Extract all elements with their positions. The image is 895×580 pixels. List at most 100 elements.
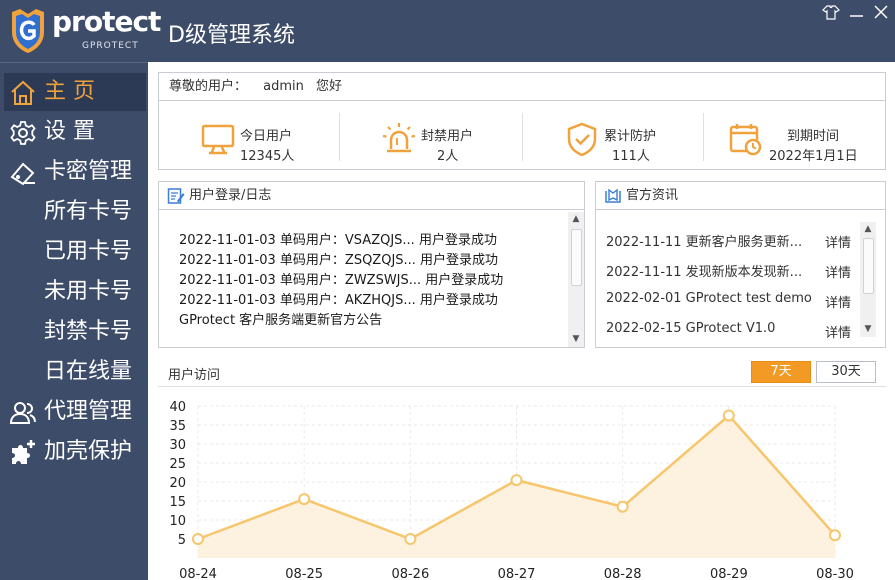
stat-total-protected: 累计防护 111人 xyxy=(564,116,694,176)
scroll-down-icon[interactable]: ▼ xyxy=(860,322,876,336)
data-point xyxy=(722,409,735,422)
y-tick-label: 5 xyxy=(178,533,186,548)
sidebar: 主 页 设 置 卡密管理 所有卡号 已用卡号 未用卡号 封禁卡号 日在线量 代理… xyxy=(0,62,148,580)
range-7-days-button[interactable]: 7天 xyxy=(751,361,811,383)
calendar-clock-icon xyxy=(729,124,762,156)
sidebar-item-banned-cards[interactable]: 封禁卡号 xyxy=(4,313,146,351)
sidebar-item-label: 卡密管理 xyxy=(44,159,133,184)
username: admin xyxy=(263,79,304,94)
sidebar-item-label: 主 页 xyxy=(44,79,95,104)
y-tick-label: 25 xyxy=(169,457,186,472)
news-detail-link[interactable]: 详情 xyxy=(825,232,851,251)
divider xyxy=(522,113,523,161)
sidebar-item-label: 未用卡号 xyxy=(44,279,133,304)
divider xyxy=(339,113,340,161)
agents-icon xyxy=(9,402,36,424)
sidebar-item-daily-online[interactable]: 日在线量 xyxy=(4,353,146,391)
official-news-panel: 官方资讯 2022-11-11 更新客户服务更新... 详情 2022-11-1… xyxy=(595,181,886,348)
log-line: 2022-11-01-03 单码用户：ZWZSWJS... 用户登录成功 xyxy=(179,273,504,288)
news-item[interactable]: 2022-11-11 更新客户服务更新... xyxy=(606,231,802,250)
monitor-icon xyxy=(201,124,235,155)
sidebar-item-label: 日在线量 xyxy=(44,359,133,384)
sidebar-item-label: 设 置 xyxy=(44,119,95,144)
x-tick-label: 08-24 xyxy=(179,567,217,580)
sidebar-item-used-cards[interactable]: 已用卡号 xyxy=(4,233,146,271)
sidebar-item-all-cards[interactable]: 所有卡号 xyxy=(4,193,146,231)
news-detail-link[interactable]: 详情 xyxy=(825,322,851,341)
visits-chart: 5 10 15 20 25 30 35 40 08-24 08-25 08-26 08-27 08-28… xyxy=(169,400,854,580)
sidebar-item-unused-cards[interactable]: 未用卡号 xyxy=(4,273,146,311)
stat-today-users: 今日用户 12345人 xyxy=(200,116,330,176)
sidebar-item-label: 加壳保护 xyxy=(44,439,133,464)
panel-header: 官方资讯 xyxy=(596,182,885,210)
stat-banned-users: 封禁用户 2人 xyxy=(381,116,511,176)
greeting-bar: 尊敬的用户： admin 您好 xyxy=(159,73,885,101)
data-point xyxy=(616,500,629,513)
shield-check-icon xyxy=(567,122,597,157)
data-point xyxy=(829,529,841,542)
sidebar-item-settings[interactable]: 设 置 xyxy=(4,113,146,151)
scroll-down-icon[interactable]: ▼ xyxy=(568,332,584,346)
close-icon[interactable] xyxy=(872,4,890,20)
alarm-light-icon xyxy=(382,123,416,153)
y-tick-label: 40 xyxy=(169,400,186,415)
x-tick-label: 08-27 xyxy=(498,567,536,580)
minimize-icon[interactable] xyxy=(848,4,866,20)
news-detail-link[interactable]: 详情 xyxy=(825,262,851,281)
log-scrollbar[interactable]: ▲ ▼ xyxy=(568,212,584,347)
app-logo: protect GPROTECT xyxy=(8,5,161,56)
news-detail-link[interactable]: 详情 xyxy=(825,292,851,311)
divider xyxy=(158,386,886,387)
title-bar: protect GPROTECT D级管理系统 xyxy=(0,0,895,62)
y-tick-label: 35 xyxy=(169,419,186,434)
data-point xyxy=(404,533,417,545)
stat-value: 111人 xyxy=(612,149,650,164)
news-item[interactable]: 2022-02-15 GProtect V1.0 xyxy=(606,321,775,336)
sidebar-item-label: 代理管理 xyxy=(44,399,133,424)
news-item[interactable]: 2022-11-11 发现新版本发现新... xyxy=(606,261,802,280)
y-tick-label: 15 xyxy=(169,495,186,510)
sidebar-item-home[interactable]: 主 页 xyxy=(4,73,146,111)
main-content: 尊敬的用户： admin 您好 今日用户 12345人 封禁用户 2人 累计防护… xyxy=(148,62,895,580)
y-tick-label: 30 xyxy=(169,438,186,453)
logo-subtitle: GPROTECT xyxy=(82,41,139,51)
news-scrollbar[interactable]: ▲ ▼ xyxy=(860,222,876,337)
x-tick-label: 08-28 xyxy=(604,567,642,580)
skin-icon[interactable] xyxy=(822,4,840,20)
log-line: 2022-11-01-03 单码用户：VSAZQJS... 用户登录成功 xyxy=(179,233,497,248)
sidebar-item-agents[interactable]: 代理管理 xyxy=(4,393,146,431)
notepad-pencil-icon xyxy=(167,188,185,204)
news-item[interactable]: 2022-02-01 GProtect test demo xyxy=(606,291,812,306)
divider xyxy=(703,113,704,161)
log-line: 2022-11-01-03 单码用户：ZSQZQJS... 用户登录成功 xyxy=(179,253,499,268)
panel-title: 用户登录/日志 xyxy=(189,188,272,203)
panel-title: 官方资讯 xyxy=(626,188,679,203)
panel-header: 用户登录/日志 xyxy=(159,182,584,210)
stat-value: 2022年1月1日 xyxy=(769,149,858,164)
scroll-up-icon[interactable]: ▲ xyxy=(860,222,876,236)
stat-label: 累计防护 xyxy=(604,129,657,144)
logo-wordmark: protect xyxy=(52,5,161,38)
stat-value: 2人 xyxy=(437,149,459,164)
sidebar-item-label: 所有卡号 xyxy=(44,199,133,224)
news-icon xyxy=(605,188,621,203)
scroll-thumb[interactable] xyxy=(863,238,874,294)
puzzle-plus-icon xyxy=(12,440,35,464)
sidebar-item-card-management[interactable]: 卡密管理 xyxy=(4,153,146,191)
home-icon xyxy=(11,80,35,105)
x-tick-label: 08-30 xyxy=(816,567,854,580)
log-line: 2022-11-01-03 单码用户：AKZHQJS... 用户登录成功 xyxy=(179,293,498,308)
greeting-prefix: 尊敬的用户： xyxy=(169,79,248,94)
scroll-up-icon[interactable]: ▲ xyxy=(568,212,584,226)
app-title: D级管理系统 xyxy=(168,23,295,48)
scroll-thumb[interactable] xyxy=(571,229,582,286)
card-key-icon xyxy=(10,162,35,186)
y-tick-label: 20 xyxy=(169,476,186,491)
sidebar-item-label: 封禁卡号 xyxy=(44,319,133,344)
logo-shield-icon xyxy=(12,9,44,53)
range-30-days-button[interactable]: 30天 xyxy=(816,361,876,383)
sidebar-item-label: 已用卡号 xyxy=(44,239,133,264)
x-tick-label: 08-29 xyxy=(710,567,748,580)
stat-expiry: 到期时间 2022年1月1日 xyxy=(728,116,878,176)
sidebar-item-packer-protect[interactable]: 加壳保护 xyxy=(4,433,146,471)
